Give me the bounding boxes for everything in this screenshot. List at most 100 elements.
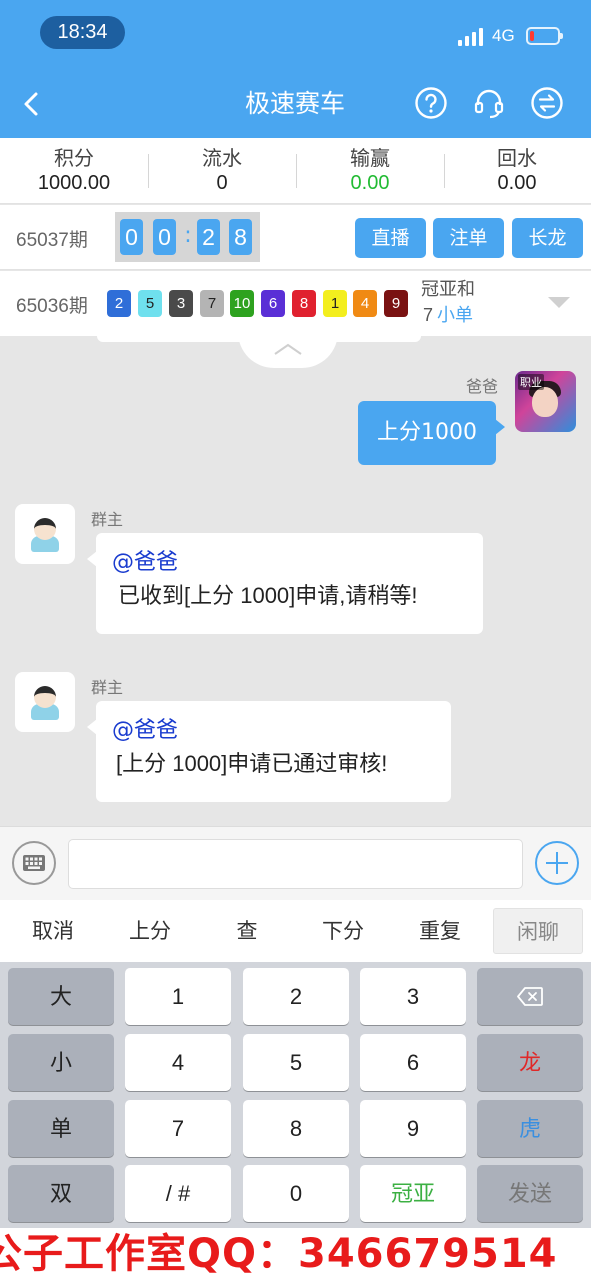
stat-label: 回水 bbox=[497, 146, 537, 170]
support-button[interactable] bbox=[472, 86, 506, 120]
stat-label: 积分 bbox=[54, 146, 94, 170]
key-odd[interactable]: 单 bbox=[8, 1100, 114, 1157]
input-bar bbox=[0, 826, 591, 900]
signal-icon bbox=[458, 28, 484, 46]
battery-icon bbox=[526, 27, 563, 45]
status-bar: 18:34 4G bbox=[0, 0, 591, 66]
result-ball: 4 bbox=[353, 290, 377, 317]
admin-avatar[interactable] bbox=[15, 504, 75, 564]
key-slash-hash[interactable]: / # bbox=[125, 1165, 231, 1222]
result-ball: 9 bbox=[384, 290, 408, 317]
keyboard-toggle-button[interactable] bbox=[12, 841, 56, 885]
backspace-key[interactable] bbox=[477, 968, 583, 1025]
stat-value: 1000.00 bbox=[37, 172, 111, 194]
message-input[interactable] bbox=[68, 839, 523, 889]
result-ball: 1 bbox=[323, 290, 347, 317]
add-button[interactable] bbox=[535, 841, 579, 885]
countdown-digit: 0 bbox=[120, 219, 143, 255]
countdown-digit: 0 bbox=[153, 219, 176, 255]
user-avatar[interactable]: 职业 bbox=[515, 371, 576, 432]
account-stats: 积分 1000.00 流水 0 输赢 0.00 回水 0.00 bbox=[0, 138, 591, 204]
live-button[interactable]: 直播 bbox=[355, 218, 426, 258]
quick-deposit[interactable]: 上分 bbox=[105, 908, 195, 954]
message-text: [上分 1000]申请已通过审核! bbox=[116, 751, 388, 776]
avatar-badge: 职业 bbox=[518, 374, 544, 390]
back-button[interactable] bbox=[14, 86, 50, 122]
result-ball: 6 bbox=[261, 290, 285, 317]
countdown-digit: 8 bbox=[229, 219, 252, 255]
key-1[interactable]: 1 bbox=[125, 968, 231, 1025]
stat-turnover: 流水 0 bbox=[148, 138, 296, 204]
key-0[interactable]: 0 bbox=[243, 1165, 349, 1222]
network-type: 4G bbox=[492, 26, 515, 45]
watermark-banner: 公子工作室QQ：346679514 bbox=[0, 1228, 591, 1280]
quick-chat[interactable]: 闲聊 bbox=[493, 908, 583, 954]
sum-tags: 小单 bbox=[437, 305, 474, 326]
sender-name: 爸爸 bbox=[465, 377, 498, 396]
headset-icon bbox=[474, 89, 504, 119]
result-ball: 3 bbox=[169, 290, 193, 317]
countdown-timer: 0 0 : 2 8 bbox=[115, 212, 260, 262]
sum-value: 7 bbox=[423, 305, 434, 325]
key-even[interactable]: 双 bbox=[8, 1165, 114, 1222]
sender-name: 群主 bbox=[91, 678, 124, 697]
result-ball: 10 bbox=[230, 290, 254, 317]
send-button[interactable]: 发送 bbox=[477, 1165, 583, 1222]
stat-value: 0.00 bbox=[497, 172, 537, 194]
result-ball: 5 bbox=[138, 290, 162, 317]
long-dragon-button[interactable]: 长龙 bbox=[512, 218, 583, 258]
result-ball: 8 bbox=[292, 290, 316, 317]
chat-area[interactable]: 爸爸 上分1000 群主 @爸爸 已收到[上分 1000]申请,请稍等! 群主 … bbox=[0, 336, 591, 826]
stat-value: 0 bbox=[216, 172, 228, 194]
stat-label: 输赢 bbox=[350, 146, 390, 170]
key-9[interactable]: 9 bbox=[360, 1100, 466, 1157]
message-bubble-incoming[interactable]: @爸爸 [上分 1000]申请已通过审核! bbox=[87, 701, 451, 802]
sender-name: 群主 bbox=[91, 510, 124, 529]
key-dragon[interactable]: 龙 bbox=[477, 1034, 583, 1091]
switch-button[interactable] bbox=[530, 86, 564, 120]
help-button[interactable] bbox=[414, 86, 448, 120]
expand-history-icon[interactable] bbox=[548, 297, 570, 308]
quick-cancel[interactable]: 取消 bbox=[8, 908, 98, 954]
result-ball: 2 bbox=[107, 290, 131, 317]
backspace-icon bbox=[517, 987, 543, 1006]
key-2[interactable]: 2 bbox=[243, 968, 349, 1025]
keyboard-icon bbox=[23, 855, 45, 871]
sum-result: 7 小单 bbox=[423, 303, 473, 328]
quick-withdraw[interactable]: 下分 bbox=[298, 908, 388, 954]
countdown-digit: 2 bbox=[197, 219, 220, 255]
message-bubble-incoming[interactable]: @爸爸 已收到[上分 1000]申请,请稍等! bbox=[87, 533, 483, 634]
admin-avatar[interactable] bbox=[15, 672, 75, 732]
quick-action-bar: 取消 上分 查 下分 重复 闲聊 bbox=[0, 900, 591, 962]
key-tiger[interactable]: 虎 bbox=[477, 1100, 583, 1157]
current-period: 65037期 bbox=[16, 230, 88, 251]
mention: @爸爸 bbox=[112, 550, 179, 575]
key-small[interactable]: 小 bbox=[8, 1034, 114, 1091]
watermark-text: 公子工作室QQ：346679514 bbox=[0, 1231, 558, 1277]
mention: @爸爸 bbox=[112, 718, 179, 743]
stat-label: 流水 bbox=[202, 146, 242, 170]
pull-tab[interactable] bbox=[238, 336, 338, 368]
key-6[interactable]: 6 bbox=[360, 1034, 466, 1091]
key-7[interactable]: 7 bbox=[125, 1100, 231, 1157]
result-ball: 7 bbox=[200, 290, 224, 317]
last-period: 65036期 bbox=[16, 296, 88, 317]
bet-keypad: 大 1 2 3 小 4 5 6 龙 单 7 8 9 虎 双 / # 0 冠亚 发… bbox=[0, 962, 591, 1228]
message-bubble-outgoing[interactable]: 上分1000 bbox=[358, 401, 505, 465]
key-big[interactable]: 大 bbox=[8, 968, 114, 1025]
key-champion-runnerup[interactable]: 冠亚 bbox=[360, 1165, 466, 1222]
quick-query[interactable]: 查 bbox=[202, 908, 292, 954]
current-round-row: 65037期 0 0 : 2 8 直播 注单 长龙 bbox=[0, 205, 591, 270]
last-result-row[interactable]: 65036期 2 5 3 7 10 6 8 1 4 9 冠亚和 7 小单 bbox=[0, 271, 591, 336]
sum-label: 冠亚和 bbox=[421, 279, 475, 300]
key-5[interactable]: 5 bbox=[243, 1034, 349, 1091]
quick-repeat[interactable]: 重复 bbox=[395, 908, 485, 954]
top-header: 18:34 4G 极速赛车 bbox=[0, 0, 591, 138]
key-3[interactable]: 3 bbox=[360, 968, 466, 1025]
key-4[interactable]: 4 bbox=[125, 1034, 231, 1091]
back-icon bbox=[24, 92, 38, 116]
message-text: 已收到[上分 1000]申请,请稍等! bbox=[118, 583, 418, 608]
key-8[interactable]: 8 bbox=[243, 1100, 349, 1157]
switch-icon bbox=[531, 87, 563, 119]
bet-slip-button[interactable]: 注单 bbox=[433, 218, 504, 258]
